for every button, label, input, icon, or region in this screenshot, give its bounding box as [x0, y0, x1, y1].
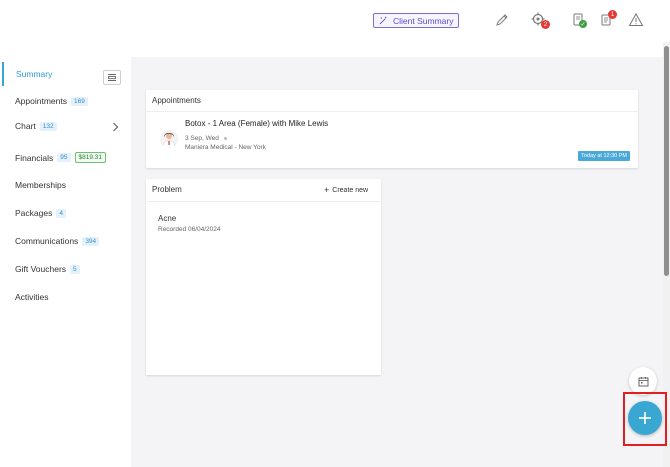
appointment-title-link[interactable]: Botox - 1 Area (Female) with Mike Lewis — [185, 119, 328, 128]
sidebar-item-label: Communications — [15, 236, 79, 246]
sidebar-item-label: Appointments — [15, 96, 67, 106]
appointment-date: 3 Sep, Wed — [185, 135, 227, 142]
appointments-card: Appointments Botox - 1 Area (Female) wit… — [146, 90, 638, 168]
time-badge: Today at 12:30 PM — [578, 151, 630, 161]
count-badge: 169 — [70, 96, 88, 106]
card-title: Problem — [152, 185, 182, 194]
warning-icon[interactable] — [628, 12, 644, 28]
count-badge: 394 — [82, 236, 100, 246]
sidebar-item-label: Chart — [15, 121, 36, 131]
check-badge-icon: ✓ — [579, 20, 587, 28]
edit-icon[interactable] — [494, 12, 510, 28]
create-new-label: Create new — [332, 186, 369, 194]
chevron-right-icon[interactable] — [112, 122, 119, 132]
problem-name[interactable]: Acne — [158, 214, 176, 223]
client-summary-button[interactable]: Client Summary — [373, 13, 459, 28]
sidebar-item-label: Memberships — [15, 180, 67, 190]
sidebar-item-memberships[interactable]: Memberships — [15, 180, 66, 190]
notes-icon[interactable]: 1 — [600, 10, 617, 28]
doctor-avatar-icon — [162, 133, 176, 148]
sidebar-item-packages[interactable]: Packages 4 — [15, 208, 66, 218]
sidebar-item-communications[interactable]: Communications 394 — [15, 236, 100, 246]
sidebar-item-financials[interactable]: Financials 95 $819.31 — [15, 152, 107, 163]
divider — [146, 111, 638, 112]
notes-badge: 1 — [608, 10, 617, 19]
scrollbar-thumb[interactable] — [664, 46, 669, 276]
balance-badge: $819.31 — [74, 152, 107, 163]
magic-wand-icon — [379, 16, 387, 25]
sidebar-toggle-button[interactable] — [103, 70, 121, 85]
count-badge: 5 — [70, 264, 80, 274]
sidebar-item-label: Financials — [15, 152, 54, 163]
client-summary-label: Client Summary — [393, 15, 454, 26]
create-new-button[interactable]: + Create new — [324, 185, 368, 195]
sidebar-item-label: Gift Vouchers — [15, 264, 67, 274]
count-badge: 4 — [56, 208, 66, 218]
sidebar-item-appointments[interactable]: Appointments 169 — [15, 96, 88, 106]
target-badge: 2 — [541, 20, 550, 29]
calendar-icon — [638, 376, 648, 386]
sidebar-item-activities[interactable]: Activities — [15, 292, 49, 302]
sidebar-item-gift-vouchers[interactable]: Gift Vouchers 5 — [15, 264, 80, 274]
problem-card: Problem + Create new Acne Recorded 06/04… — [146, 179, 381, 375]
avatar — [160, 130, 178, 148]
top-bar: Client Summary 2 ✓ 1 — [0, 0, 670, 42]
count-badge: 132 — [39, 121, 57, 131]
card-title: Appointments — [152, 96, 201, 105]
calendar-button[interactable] — [629, 367, 657, 395]
target-icon[interactable]: 2 — [531, 12, 550, 29]
sidebar-item-label: Activities — [15, 292, 49, 302]
sidebar-item-summary[interactable]: Summary — [2, 62, 129, 86]
problem-recorded-date: Recorded 06/04/2024 — [158, 226, 221, 233]
plus-icon: + — [324, 185, 330, 195]
plus-icon — [639, 412, 651, 424]
appointment-date-text: 3 Sep, Wed — [185, 135, 219, 142]
count-badge: 95 — [57, 153, 71, 162]
sidebar-item-label: Packages — [15, 208, 53, 218]
sidebar-item-label: Summary — [16, 69, 53, 79]
list-icon — [108, 74, 116, 81]
status-dot-icon — [223, 136, 227, 140]
sidebar-item-chart[interactable]: Chart 132 — [15, 121, 57, 131]
divider — [146, 201, 381, 202]
add-button[interactable] — [628, 401, 662, 435]
sidebar: Summary — [0, 57, 132, 467]
document-check-icon[interactable]: ✓ — [571, 12, 587, 28]
appointment-location: Maniera Medical - New York — [185, 144, 266, 151]
